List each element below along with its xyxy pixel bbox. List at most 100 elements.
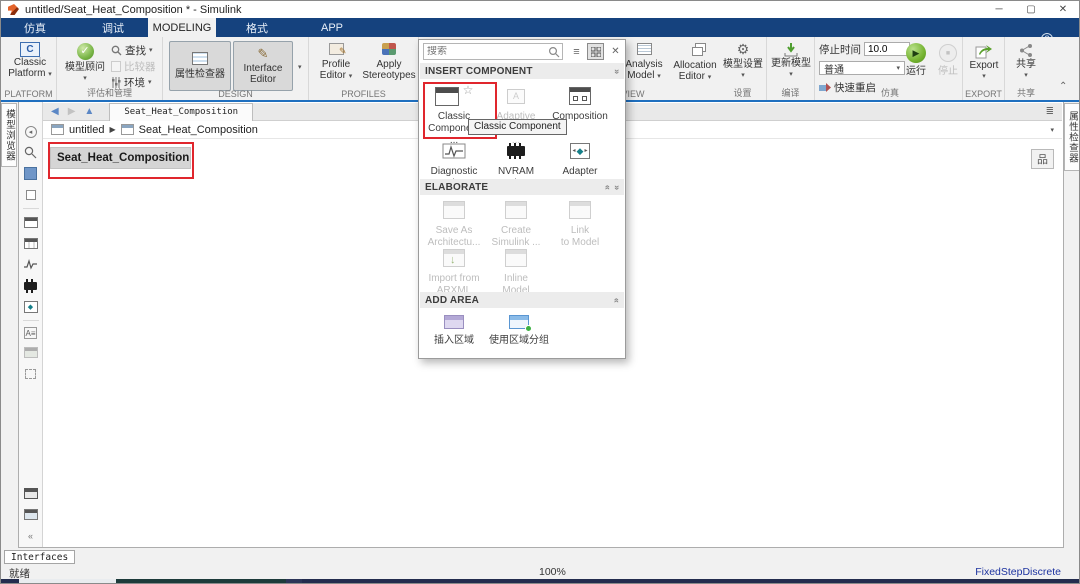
property-inspector-button[interactable]: 属性检查器	[169, 41, 231, 91]
tab-modeling[interactable]: MODELING	[148, 18, 216, 37]
classic-component-icon	[435, 87, 459, 106]
add-component-icon[interactable]	[23, 215, 39, 230]
share-button[interactable]: 共享 ▾	[1008, 43, 1044, 81]
interface-editor-button[interactable]: ✎ Interface Editor	[233, 41, 293, 91]
update-model-button[interactable]: 更新模型 ▾	[771, 42, 811, 80]
group-settings: ⚙ 模型设置 ▾ 设置	[719, 37, 767, 100]
apply-stereotypes-button[interactable]: Apply Stereotypes	[361, 43, 417, 81]
collapse-down-icon[interactable]: «	[612, 184, 621, 189]
fast-restart-icon	[819, 83, 831, 92]
section-header-elaborate[interactable]: ELABORATE ««	[420, 179, 624, 195]
close-button[interactable]: ✕	[1047, 1, 1079, 18]
waveform-icon	[442, 143, 466, 159]
ribbon-tabbar: 仿真 调试 MODELING 格式 APP ↶ ↷ ▾ ?▾	[1, 18, 1079, 37]
palette-item-area-grouping[interactable]: 使用区域分组	[481, 312, 557, 347]
maximize-button[interactable]: ▢	[1015, 1, 1047, 18]
taskbar-segment	[19, 579, 116, 584]
breadcrumb-caret[interactable]: ▾	[1050, 126, 1054, 134]
grid-view-icon[interactable]	[587, 43, 604, 60]
inspector-icon	[192, 52, 208, 65]
composition-item-icon	[569, 87, 591, 105]
add-composition-icon[interactable]	[23, 236, 39, 251]
tab-simulation[interactable]: 仿真	[7, 18, 63, 37]
inline-model-icon	[505, 249, 527, 267]
classic-component-tooltip: Classic Component	[468, 119, 567, 135]
minimize-button[interactable]: ─	[983, 1, 1015, 18]
section-header-add-area[interactable]: ADD AREA «	[420, 292, 624, 308]
group-simulate: 停止时间 普通▾ 快速重启 ▶ 运行 ■ 停止 仿真	[815, 37, 963, 100]
nav-up-icon[interactable]: ▲	[84, 106, 94, 117]
palette-item-classic-component[interactable]: ☆ ClassicComponent ...	[425, 84, 483, 147]
fit-to-view-icon[interactable]	[23, 166, 39, 181]
property-inspector-tab[interactable]: 属性检查器	[1064, 103, 1080, 171]
group-label-compile: 编译	[767, 86, 814, 99]
composition-block-header[interactable]: Seat_Heat_Composition	[50, 147, 191, 169]
tab-format[interactable]: 格式	[230, 18, 284, 37]
collapse-down-icon[interactable]: «	[612, 68, 621, 73]
export-button[interactable]: Export ▾	[966, 43, 1002, 82]
insert-area-icon	[444, 315, 464, 329]
palette-item-insert-area[interactable]: 插入区域	[425, 312, 483, 347]
model-browser-tab[interactable]: 模型浏览器	[1, 103, 17, 167]
adapter-icon[interactable]: ◆	[23, 299, 39, 314]
hide-browser-icon[interactable]: ◂	[23, 124, 39, 139]
close-palette-icon[interactable]: ✕	[607, 43, 624, 60]
allocation-editor-button[interactable]: Allocation Editor ▾	[669, 43, 721, 83]
group-label-simulate: 仿真	[855, 86, 925, 99]
design-overflow-caret[interactable]: ▾	[298, 63, 302, 71]
model-advisor-button[interactable]: ✓ 模型顾问 ▾	[63, 43, 107, 84]
simulink-app-icon	[8, 4, 19, 15]
taskbar-sliver	[1, 579, 1079, 584]
list-view-icon[interactable]: ≡	[568, 43, 585, 60]
zoom-icon[interactable]	[23, 145, 39, 160]
tab-apps[interactable]: APP	[305, 18, 359, 37]
nvram-service-icon[interactable]	[23, 278, 39, 293]
profile-editor-button[interactable]: Profile Editor ▾	[313, 43, 359, 82]
breadcrumb-root[interactable]: untitled	[69, 124, 104, 136]
image-icon[interactable]	[23, 345, 39, 360]
nav-back-icon[interactable]: ◀	[51, 106, 59, 117]
simulink-window: untitled/Seat_Heat_Composition * - Simul…	[0, 0, 1080, 584]
classic-platform-button[interactable]: C Classic Platform ▾	[8, 42, 52, 80]
palette-item-composition[interactable]: Composition	[551, 84, 609, 123]
annotation-icon[interactable]: A≡	[24, 327, 37, 339]
compare-button: 比较器	[111, 59, 156, 73]
palette-item-link-to-model: Linkto Model	[551, 198, 609, 249]
palette-search-input[interactable]	[424, 46, 548, 57]
collapse-ribbon-icon[interactable]: ⌃	[1059, 81, 1067, 92]
gear-icon: ⚙	[737, 42, 750, 57]
palette-item-adapter[interactable]: ◂◆▸ Adapter	[551, 139, 609, 178]
diagnostic-service-icon[interactable]	[23, 257, 39, 272]
tab-list-icon[interactable]: ≣	[1046, 106, 1054, 117]
area-grouping-icon	[509, 315, 529, 329]
taskbar-segment	[116, 579, 286, 584]
model-settings-button[interactable]: ⚙ 模型设置 ▾	[723, 42, 763, 81]
breadcrumb-current[interactable]: Seat_Heat_Composition	[139, 124, 258, 136]
screenshot-icon[interactable]	[23, 486, 39, 501]
run-button[interactable]: ▶ 运行	[901, 43, 931, 77]
view-mark-icon[interactable]	[23, 187, 39, 202]
stop-square-icon: ■	[939, 44, 957, 62]
collapse-up-icon[interactable]: «	[612, 297, 621, 302]
composition-icon	[121, 124, 134, 135]
composition-badge-icon[interactable]: 品	[1031, 149, 1054, 169]
document-tab[interactable]: Seat_Heat_Composition	[109, 103, 253, 121]
group-label-evaluate: 评估和管理	[57, 86, 162, 99]
find-button[interactable]: 查找▾	[111, 43, 153, 57]
collapse-strip-icon[interactable]: «	[23, 528, 39, 543]
palette-icon[interactable]	[23, 507, 39, 522]
create-simulink-icon	[505, 201, 527, 219]
area-box-icon[interactable]	[23, 366, 39, 381]
chip-icon	[507, 146, 525, 156]
nav-forward-icon[interactable]: ▶	[68, 106, 76, 117]
tab-debug[interactable]: 调试	[85, 18, 141, 37]
import-arxml-icon: ↓	[443, 249, 465, 267]
group-share: 共享 ▾ 共享	[1005, 37, 1047, 100]
interfaces-tab[interactable]: Interfaces	[4, 550, 75, 564]
palette-item-create-simulink: CreateSimulink ...	[487, 198, 545, 249]
simulation-mode-select[interactable]: 普通▾	[819, 61, 905, 75]
link-to-model-icon	[569, 201, 591, 219]
status-solver[interactable]: FixedStepDiscrete	[975, 566, 1061, 578]
section-header-insert[interactable]: INSERT COMPONENT «	[420, 63, 624, 79]
favorite-star-icon[interactable]: ☆	[463, 84, 474, 96]
